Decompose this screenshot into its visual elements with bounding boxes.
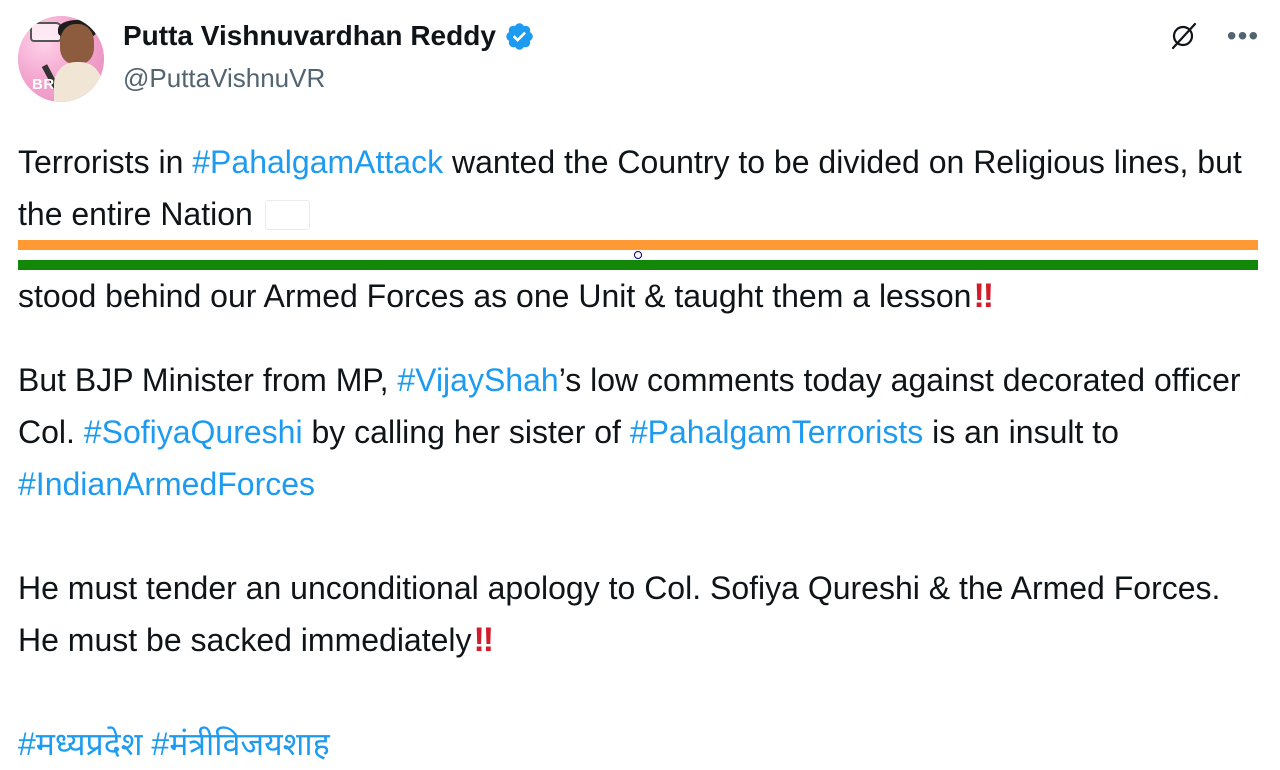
hashtag-vijay-shah[interactable]: #VijayShah	[397, 362, 558, 398]
verified-badge-icon[interactable]	[504, 21, 535, 52]
post-paragraph-4: #मध्यप्रदेश #मंत्रीविजयशाह	[18, 718, 1258, 770]
post-paragraph-1: Terrorists in #PahalgamAttack wanted the…	[18, 136, 1258, 240]
post-body: Terrorists in #PahalgamAttack wanted the…	[18, 136, 1258, 770]
post-paragraph-2: But BJP Minister from MP, #VijayShah’s l…	[18, 354, 1258, 510]
hashtag-indian-armed-forces[interactable]: #IndianArmedForces	[18, 466, 315, 502]
post-text: by calling her sister of	[302, 414, 630, 450]
avatar-text: BR	[32, 76, 55, 93]
author-display-name[interactable]: Putta Vishnuvardhan Reddy	[123, 20, 496, 52]
grok-icon[interactable]	[1166, 19, 1200, 53]
double-exclamation-icon: ‼	[473, 621, 495, 659]
avatar-face	[60, 24, 94, 64]
post-text: He must tender an unconditional apology …	[18, 570, 1221, 658]
avatar[interactable]: BR	[18, 16, 104, 102]
double-exclamation-icon: ‼	[973, 277, 994, 315]
post-header: BR Putta Vishnuvardhan Reddy @PuttaVishn…	[18, 16, 1260, 106]
hashtag-pahalgam-terrorists[interactable]: #PahalgamTerrorists	[630, 414, 923, 450]
hashtag-pahalgam-attack[interactable]: #PahalgamAttack	[192, 144, 443, 180]
post-text: Terrorists in	[18, 144, 193, 180]
post-text: stood behind our Armed Forces as one Uni…	[18, 278, 972, 314]
author-name-row: Putta Vishnuvardhan Reddy	[123, 18, 535, 54]
avatar-shirt	[54, 62, 102, 102]
more-options-icon[interactable]: •••	[1226, 21, 1260, 51]
post-text: But BJP Minister from MP,	[18, 362, 398, 398]
post-paragraph-3: He must tender an unconditional apology …	[18, 562, 1258, 666]
post-text: is an insult to	[923, 414, 1119, 450]
post-actions: •••	[1166, 19, 1260, 53]
hashtag-mantri-vijay-shah[interactable]: #मंत्रीविजयशाह	[151, 726, 329, 762]
author-handle[interactable]: @PuttaVishnuVR	[123, 63, 325, 94]
india-flag-icon	[265, 200, 310, 230]
hashtag-madhya-pradesh[interactable]: #मध्यप्रदेश	[18, 726, 143, 762]
hashtag-sofiya-qureshi[interactable]: #SofiyaQureshi	[84, 414, 303, 450]
